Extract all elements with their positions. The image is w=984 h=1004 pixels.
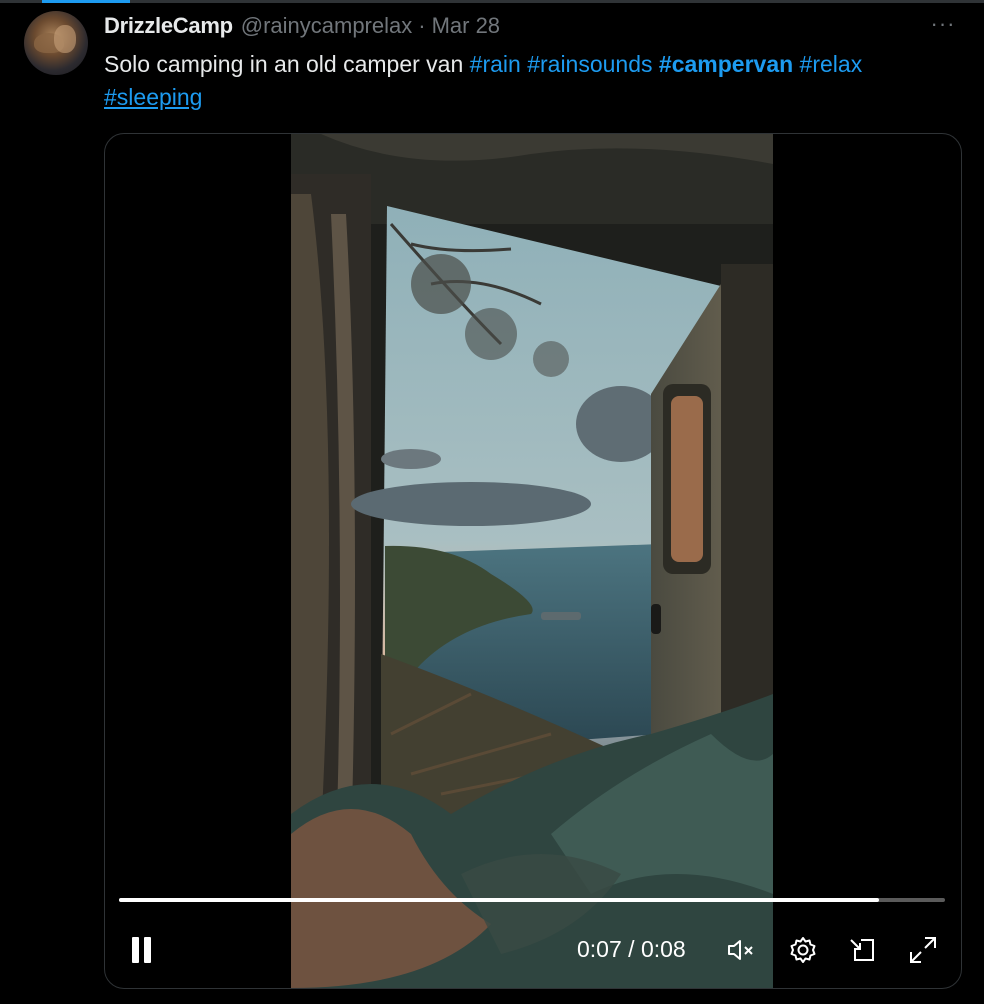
post-date[interactable]: Mar 28 [432, 13, 500, 39]
muted-speaker-icon[interactable] [725, 934, 757, 966]
time-display: 0:07 / 0:08 [577, 936, 686, 963]
hashtag-link[interactable]: #rainsounds [527, 51, 652, 77]
hashtag-link[interactable]: #rain [470, 51, 521, 77]
video-controls: 0:07 / 0:08 [105, 924, 961, 976]
more-options-icon[interactable]: ··· [926, 13, 960, 38]
current-time: 0:07 [577, 936, 622, 962]
video-scene [291, 134, 773, 988]
hashtag-link[interactable]: #relax [800, 51, 863, 77]
pip-icon[interactable] [847, 934, 879, 966]
video-player[interactable]: 0:07 / 0:08 [104, 133, 962, 989]
hashtag-link[interactable]: #sleeping [104, 84, 202, 110]
user-handle[interactable]: @rainycamprelax [241, 13, 413, 39]
display-name[interactable]: DrizzleCamp [104, 13, 233, 39]
post-body: Solo camping in an old camper van [104, 51, 464, 77]
expand-icon[interactable] [907, 934, 939, 966]
duration: 0:08 [640, 936, 686, 962]
separator-dot: · [418, 13, 426, 38]
divider [0, 0, 984, 3]
hashtag-link[interactable]: #campervan [659, 51, 793, 77]
progress-bar[interactable] [119, 898, 945, 902]
post-header: DrizzleCamp @rainycamprelax · Mar 28 [104, 12, 500, 40]
gear-icon[interactable] [787, 934, 819, 966]
pause-icon[interactable] [127, 934, 157, 966]
time-separator: / [628, 936, 635, 962]
video-frame[interactable] [291, 134, 773, 988]
progress-fill [119, 898, 879, 902]
post-text: Solo camping in an old camper van #rain … [104, 48, 964, 114]
tab-indicator [42, 0, 130, 3]
avatar[interactable] [24, 11, 88, 75]
